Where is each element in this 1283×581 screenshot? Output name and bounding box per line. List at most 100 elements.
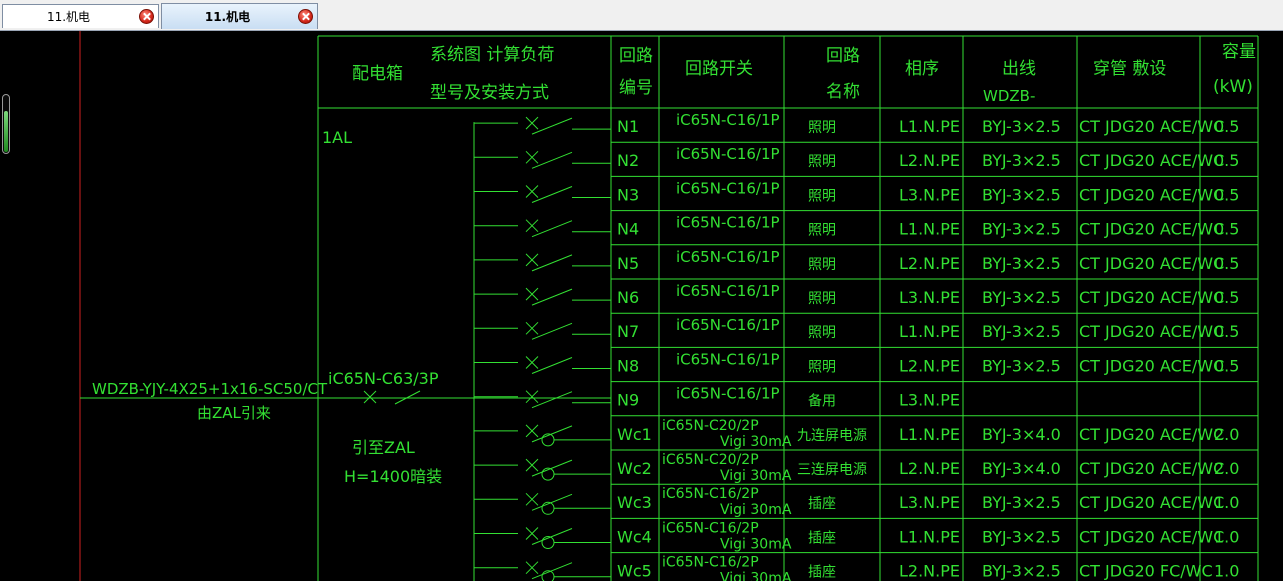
circuit-name: 照明 <box>808 154 836 170</box>
circuit-phase: L1.N.PE <box>899 322 960 341</box>
circuit-phase: L3.N.PE <box>899 185 960 204</box>
circuit-rcd-rating: Vigi 30mA <box>720 536 792 552</box>
circuit-capacity: 1.0 <box>1214 527 1239 546</box>
circuit-conduit: CT JDG20 ACE/WC <box>1079 493 1224 512</box>
header-conduit: 穿管 敷设 <box>1093 59 1166 79</box>
header-capacity-1: 容量 <box>1222 42 1256 62</box>
circuit-number: Wc2 <box>617 459 652 478</box>
circuit-conduit: CT JDG20 ACE/WC <box>1079 322 1224 341</box>
close-icon[interactable] <box>298 9 313 24</box>
circuit-conduit: CT JDG20 ACE/WC <box>1079 288 1224 307</box>
circuit-name: 备用 <box>808 393 836 410</box>
circuit-conduit: CT JDG20 ACE/WC <box>1079 220 1224 239</box>
header-name-2: 名称 <box>826 82 860 102</box>
circuit-conduit: CT JDG20 ACE/WC <box>1079 425 1224 444</box>
circuit-name: 插座 <box>808 565 836 581</box>
circuit-capacity: 0.5 <box>1214 288 1239 307</box>
circuit-capacity: 0.5 <box>1214 185 1239 204</box>
header-system-line1: 系统图 计算负荷 <box>430 45 554 65</box>
circuit-conduit: CT JDG20 ACE/WC <box>1079 254 1224 273</box>
circuit-cable: BYJ-3×2.5 <box>982 562 1061 581</box>
circuit-number: Wc5 <box>617 562 652 581</box>
circuit-name: 照明 <box>808 223 836 239</box>
circuit-rows: N1 iC65N-C16/1P 照明 L1.N.PE BYJ-3×2.5 CT JDG20… <box>617 111 1239 581</box>
circuit-name: 照明 <box>808 188 836 204</box>
circuit-phase: L2.N.PE <box>899 459 960 478</box>
incoming-from-label: 由ZAL引来 <box>197 404 271 422</box>
circuit-number: Wc1 <box>617 425 652 444</box>
header-circuit-no-2: 编号 <box>619 78 653 98</box>
circuit-symbols <box>363 116 611 581</box>
circuit-name: 照明 <box>808 325 836 341</box>
circuit-phase: L3.N.PE <box>899 493 960 512</box>
header-outline-1: 出线 <box>1002 59 1036 79</box>
circuit-number: N2 <box>617 151 639 170</box>
tab-document-1[interactable]: 11.机电 <box>2 4 159 28</box>
circuit-switch: iC65N-C20/2P <box>662 418 759 434</box>
circuit-phase: L3.N.PE <box>899 288 960 307</box>
circuit-switch: iC65N-C16/1P <box>676 214 780 232</box>
circuit-phase: L2.N.PE <box>899 151 960 170</box>
circuit-number: N7 <box>617 322 639 341</box>
circuit-capacity: 0.5 <box>1214 151 1239 170</box>
circuit-cable: BYJ-3×4.0 <box>982 459 1061 478</box>
tab-document-2-active[interactable]: 11.机电 <box>161 3 318 29</box>
circuit-conduit: CT JDG20 FC/WC <box>1079 562 1213 581</box>
circuit-rcd-rating: Vigi 30mA <box>720 502 792 518</box>
header-phase: 相序 <box>905 59 939 79</box>
tab-label: 11.机电 <box>204 10 251 24</box>
circuit-phase: L2.N.PE <box>899 356 960 375</box>
circuit-capacity: 1.0 <box>1214 493 1239 512</box>
circuit-capacity: 2.0 <box>1214 459 1239 478</box>
circuit-switch: iC65N-C16/1P <box>676 316 780 334</box>
header-outline-2: WDZB- <box>983 87 1035 105</box>
breaker-contact <box>531 151 573 169</box>
circuit-capacity: 0.5 <box>1214 220 1239 239</box>
circuit-number: N8 <box>617 356 639 375</box>
circuit-cable: BYJ-3×2.5 <box>982 254 1061 273</box>
header-name-1: 回路 <box>826 46 860 66</box>
circuit-capacity: 0.5 <box>1214 322 1239 341</box>
breaker-contact <box>531 220 573 238</box>
circuit-number: N4 <box>617 220 639 239</box>
circuit-phase: L1.N.PE <box>899 425 960 444</box>
panel-box-id: 1AL <box>322 128 352 147</box>
circuit-capacity: 2.0 <box>1214 425 1239 444</box>
circuit-capacity: 1.0 <box>1214 562 1239 581</box>
circuit-switch: iC65N-C16/2P <box>662 486 759 502</box>
circuit-name: 照明 <box>808 120 836 136</box>
circuit-switch: iC65N-C16/2P <box>662 555 759 571</box>
circuit-cable: BYJ-3×2.5 <box>982 117 1061 136</box>
header-circuit-no-1: 回路 <box>619 46 653 66</box>
circuit-number: N5 <box>617 254 639 273</box>
circuit-switch: iC65N-C20/2P <box>662 452 759 468</box>
circuit-conduit: CT JDG20 ACE/WC <box>1079 356 1224 375</box>
circuit-number: Wc4 <box>617 527 652 546</box>
circuit-number: N1 <box>617 117 639 136</box>
drawing-canvas[interactable]: 配电箱 系统图 计算负荷 型号及安装方式 回路 编号 回路开关 回路 名称 相序… <box>0 31 1283 581</box>
circuit-name: 三连屏电源 <box>797 462 867 478</box>
close-icon[interactable] <box>139 9 154 24</box>
circuit-cable: BYJ-3×2.5 <box>982 356 1061 375</box>
circuit-name: 照明 <box>808 257 836 273</box>
circuit-number: N6 <box>617 288 639 307</box>
circuit-switch: iC65N-C16/1P <box>676 111 780 129</box>
circuit-switch: iC65N-C16/1P <box>676 145 780 163</box>
circuit-capacity: 0.5 <box>1214 254 1239 273</box>
header-capacity-2: (kW) <box>1213 77 1253 97</box>
circuit-switch: iC65N-C16/1P <box>676 179 780 197</box>
circuit-cable: BYJ-3×2.5 <box>982 493 1061 512</box>
breaker-contact <box>531 357 573 374</box>
breaker-contact <box>531 254 573 272</box>
circuit-cable: BYJ-3×2.5 <box>982 185 1061 204</box>
header-box: 配电箱 <box>352 64 403 84</box>
circuit-number: N9 <box>617 391 639 410</box>
tab-label: 11.机电 <box>46 10 91 24</box>
circuit-cable: BYJ-3×2.5 <box>982 288 1061 307</box>
circuit-cable: BYJ-3×2.5 <box>982 322 1061 341</box>
circuit-phase: L1.N.PE <box>899 117 960 136</box>
circuit-name: 插座 <box>808 496 836 512</box>
circuit-switch: iC65N-C16/1P <box>676 385 780 403</box>
circuit-phase: L2.N.PE <box>899 562 960 581</box>
circuit-phase: L1.N.PE <box>899 220 960 239</box>
